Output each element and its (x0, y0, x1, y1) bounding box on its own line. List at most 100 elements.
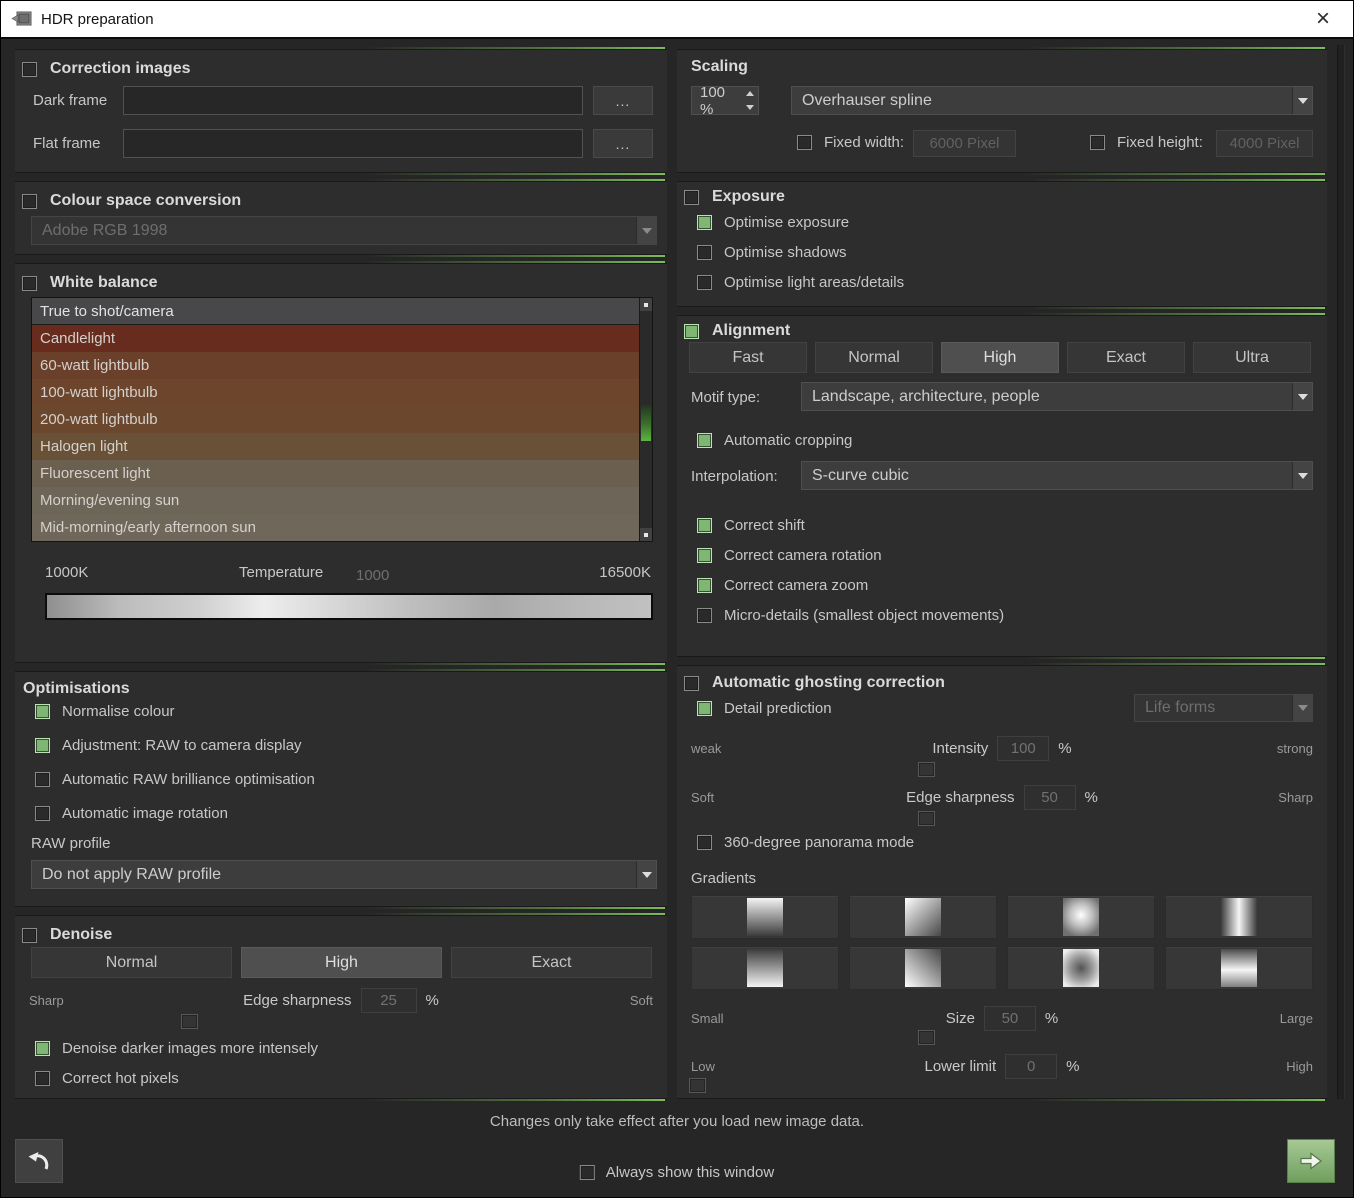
section-title: Optimisations (23, 680, 130, 698)
checkbox-label: Correct camera zoom (724, 577, 868, 594)
checkbox-label: Normalise colour (62, 703, 175, 720)
raw-to-camera-checkbox[interactable] (35, 738, 50, 753)
life-forms-value: Life forms (1135, 699, 1292, 717)
white-balance-option[interactable]: 100-watt lightbulb (32, 379, 639, 406)
lower-limit-value[interactable]: 0 (1005, 1054, 1057, 1079)
section-correction-images: Correction images Dark frame ... Flat fr… (15, 49, 667, 173)
undo-button[interactable] (15, 1139, 63, 1183)
denoise-checkbox[interactable] (22, 928, 37, 943)
always-show-checkbox[interactable] (580, 1165, 595, 1180)
ghosting-edge-slider-handle[interactable] (918, 811, 935, 826)
life-forms-dropdown[interactable]: Life forms (1134, 694, 1313, 722)
edge-sharpness-value[interactable]: 50 (1024, 785, 1076, 810)
colour-space-dropdown[interactable]: Adobe RGB 1998 (31, 216, 657, 245)
denoise-mode-high-button[interactable]: High (241, 947, 442, 978)
intensity-value[interactable]: 100 (997, 736, 1049, 761)
white-balance-option[interactable]: Mid-morning/early afternoon sun (32, 514, 639, 541)
automatic-cropping-checkbox[interactable] (697, 433, 712, 448)
alignment-ultra-button[interactable]: Ultra (1193, 342, 1311, 373)
gradient-tile[interactable] (1165, 946, 1313, 990)
flat-frame-input[interactable] (123, 129, 583, 158)
white-balance-option[interactable]: 60-watt lightbulb (32, 352, 639, 379)
interpolation-dropdown[interactable]: S-curve cubic (801, 461, 1313, 490)
gradient-tile[interactable] (1007, 895, 1155, 939)
hot-pixels-checkbox[interactable] (35, 1071, 50, 1086)
correct-shift-checkbox[interactable] (697, 518, 712, 533)
colour-space-checkbox[interactable] (22, 194, 37, 209)
ghosting-correction-checkbox[interactable] (684, 676, 699, 691)
denoise-mode-exact-button[interactable]: Exact (451, 947, 652, 978)
temperature-max-label: 16500K (599, 564, 651, 581)
gradient-tile[interactable] (849, 946, 997, 990)
scrollbar-down-icon[interactable] (640, 528, 652, 541)
gradient-tile[interactable] (1165, 895, 1313, 939)
size-slider-handle[interactable] (918, 1030, 935, 1045)
motif-type-dropdown[interactable]: Landscape, architecture, people (801, 382, 1313, 411)
correction-images-checkbox[interactable] (22, 62, 37, 77)
dark-frame-input[interactable] (123, 86, 583, 115)
close-icon[interactable]: × (1307, 3, 1339, 35)
spinner-down-icon[interactable] (746, 105, 754, 110)
continue-button[interactable] (1287, 1139, 1335, 1183)
gradient-tile[interactable] (691, 946, 839, 990)
lower-limit-slider-handle[interactable] (689, 1078, 706, 1093)
alignment-fast-button[interactable]: Fast (689, 342, 807, 373)
image-rotation-checkbox[interactable] (35, 806, 50, 821)
raw-profile-dropdown[interactable]: Do not apply RAW profile (31, 860, 657, 889)
size-value[interactable]: 50 (984, 1006, 1036, 1031)
gradient-tile[interactable] (691, 895, 839, 939)
white-balance-option[interactable]: Fluorescent light (32, 460, 639, 487)
alignment-checkbox[interactable] (684, 324, 699, 339)
optimise-shadows-checkbox[interactable] (697, 245, 712, 260)
fixed-width-input[interactable]: 6000 Pixel (913, 130, 1016, 157)
fixed-height-checkbox[interactable] (1090, 135, 1105, 150)
alignment-high-button[interactable]: High (941, 342, 1059, 373)
section-title: Exposure (712, 188, 785, 206)
white-balance-checkbox[interactable] (22, 276, 37, 291)
alignment-exact-button[interactable]: Exact (1067, 342, 1185, 373)
optimise-light-areas-checkbox[interactable] (697, 275, 712, 290)
intensity-slider-handle[interactable] (918, 762, 935, 777)
correct-camera-zoom-checkbox[interactable] (697, 578, 712, 593)
white-balance-option[interactable]: True to shot/camera (32, 298, 639, 325)
scaling-method-dropdown[interactable]: Overhauser spline (791, 86, 1313, 115)
edge-sharpness-slider-handle[interactable] (181, 1014, 198, 1029)
gradients-label: Gradients (691, 870, 756, 887)
white-balance-option[interactable]: 200-watt lightbulb (32, 406, 639, 433)
panorama-mode-checkbox[interactable] (697, 835, 712, 850)
edge-sharpness-value[interactable]: 25 (361, 988, 417, 1013)
correct-camera-rotation-checkbox[interactable] (697, 548, 712, 563)
raw-brilliance-checkbox[interactable] (35, 772, 50, 787)
white-balance-option[interactable]: Halogen light (32, 433, 639, 460)
gradient-swatch (1221, 949, 1257, 987)
denoise-mode-normal-button[interactable]: Normal (31, 947, 232, 978)
scrollbar-up-icon[interactable] (640, 298, 652, 311)
temperature-gradient-slider[interactable] (45, 593, 653, 620)
spinner-up-icon[interactable] (746, 91, 754, 96)
dialog-scrollbar-track[interactable] (1337, 45, 1345, 1099)
exposure-checkbox[interactable] (684, 190, 699, 205)
section-title: White balance (50, 274, 158, 292)
fixed-height-input[interactable]: 4000 Pixel (1216, 130, 1313, 157)
alignment-normal-button[interactable]: Normal (815, 342, 933, 373)
dropdown-arrow-icon (1292, 462, 1312, 489)
normalise-colour-checkbox[interactable] (35, 704, 50, 719)
white-balance-list: True to shot/camera Candlelight 60-watt … (31, 297, 653, 542)
white-balance-option[interactable]: Candlelight (32, 325, 639, 352)
micro-details-checkbox[interactable] (697, 608, 712, 623)
section-title: Correction images (50, 60, 190, 78)
gradient-tile[interactable] (1007, 946, 1155, 990)
white-balance-scrollbar[interactable] (639, 298, 652, 541)
white-balance-option[interactable]: Morning/evening sun (32, 487, 639, 514)
section-title: Automatic ghosting correction (712, 674, 945, 692)
optimise-exposure-checkbox[interactable] (697, 215, 712, 230)
denoise-darker-checkbox[interactable] (35, 1041, 50, 1056)
detail-prediction-checkbox[interactable] (697, 701, 712, 716)
browse-flat-frame-button[interactable]: ... (593, 129, 653, 158)
browse-dark-frame-button[interactable]: ... (593, 86, 653, 115)
raw-profile-label: RAW profile (31, 835, 110, 852)
fixed-width-checkbox[interactable] (797, 135, 812, 150)
gradient-tile[interactable] (849, 895, 997, 939)
scaling-percent-spinner[interactable]: 100 % (691, 86, 759, 115)
scrollbar-thumb[interactable] (641, 405, 651, 441)
